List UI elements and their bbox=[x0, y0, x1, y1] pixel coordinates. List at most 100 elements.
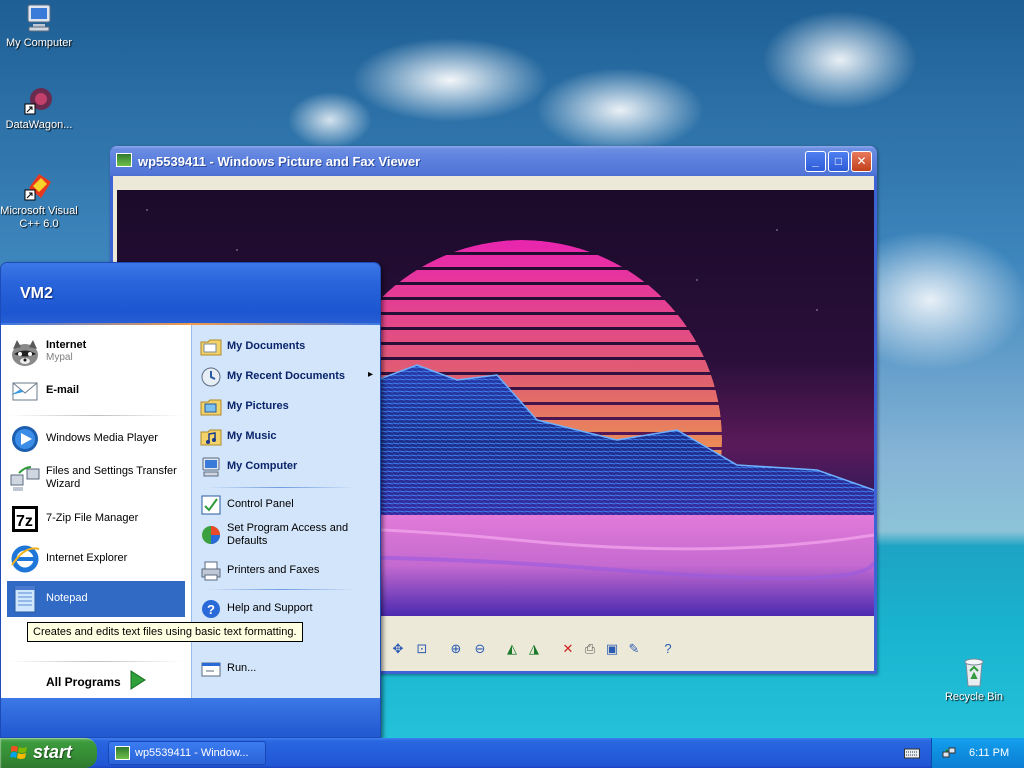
window-titlebar[interactable]: wp5539411 - Windows Picture and Fax View… bbox=[110, 146, 877, 176]
program-label: 7-Zip File Manager bbox=[46, 512, 139, 524]
place-label: Printers and Faxes bbox=[227, 564, 320, 576]
close-button[interactable]: ✕ bbox=[851, 151, 872, 172]
ie-icon bbox=[9, 543, 41, 575]
start-button-label: start bbox=[33, 742, 73, 762]
pinned-item-internet[interactable]: Internet Mypal bbox=[7, 335, 185, 371]
pinned-item-label: Internet bbox=[46, 339, 87, 351]
place-label: My Pictures bbox=[227, 400, 289, 412]
my-computer-icon bbox=[23, 2, 55, 34]
clock[interactable]: 6:11 PM bbox=[969, 747, 1009, 759]
menu-separator bbox=[206, 487, 356, 488]
recent-docs-icon bbox=[200, 366, 222, 388]
all-programs-arrow-icon[interactable] bbox=[129, 669, 147, 691]
delete-icon[interactable]: ✕ bbox=[559, 640, 577, 658]
menu-separator bbox=[9, 415, 183, 416]
recycle-bin-icon bbox=[958, 656, 990, 688]
pinned-item-label: E-mail bbox=[46, 384, 80, 396]
place-my-recent-documents[interactable]: My Recent Documents ▸ bbox=[198, 364, 376, 390]
transfer-wizard-icon bbox=[9, 463, 41, 495]
program-files-settings-transfer[interactable]: Files and Settings Transfer Wizard bbox=[7, 461, 185, 497]
svg-text:?: ? bbox=[207, 602, 215, 617]
pinned-item-sublabel: Mypal bbox=[46, 352, 73, 363]
media-player-icon bbox=[9, 423, 41, 455]
network-icon[interactable] bbox=[942, 746, 956, 760]
print-icon[interactable]: ⎙ bbox=[581, 640, 599, 658]
start-menu-places-pane: My Documents My Recent Documents ▸ My Pi… bbox=[191, 325, 380, 698]
taskbar-button-picture-viewer[interactable]: wp5539411 - Window... bbox=[108, 741, 266, 765]
zoom-in-icon[interactable]: ⊕ bbox=[447, 640, 465, 658]
program-label: Notepad bbox=[46, 592, 88, 604]
place-my-computer[interactable]: My Computer bbox=[198, 454, 376, 480]
maximize-button[interactable]: □ bbox=[828, 151, 849, 172]
all-programs-button[interactable]: All Programs bbox=[46, 675, 121, 689]
control-panel-icon bbox=[200, 494, 222, 516]
program-label: Internet Explorer bbox=[46, 552, 128, 564]
place-printers-faxes[interactable]: Printers and Faxes bbox=[198, 558, 376, 584]
program-label: Windows Media Player bbox=[46, 432, 158, 444]
program-windows-media-player[interactable]: Windows Media Player bbox=[7, 421, 185, 457]
desktop-icon-datawagon[interactable]: DataWagon... bbox=[0, 84, 78, 132]
email-icon bbox=[9, 375, 41, 407]
place-label: My Documents bbox=[227, 340, 306, 352]
save-icon[interactable]: ▣ bbox=[603, 640, 621, 658]
place-set-program-access[interactable]: Set Program Access and Defaults bbox=[198, 522, 376, 554]
place-my-pictures[interactable]: My Pictures bbox=[198, 394, 376, 420]
program-7zip[interactable]: 7z 7-Zip File Manager bbox=[7, 501, 185, 537]
notepad-tooltip: Creates and edits text files using basic… bbox=[27, 622, 303, 642]
place-label: My Computer bbox=[227, 460, 298, 472]
place-run[interactable]: Run... bbox=[198, 656, 376, 682]
place-label: My Recent Documents bbox=[227, 370, 345, 382]
picture-viewer-app-icon bbox=[115, 746, 130, 760]
rotate-counterclockwise-icon[interactable]: ◮ bbox=[525, 640, 543, 658]
start-menu: VM2 Internet Mypal E-mail Windows Media … bbox=[0, 262, 381, 738]
notepad-icon bbox=[9, 583, 41, 615]
pictures-folder-icon bbox=[200, 396, 222, 418]
rotate-clockwise-icon[interactable]: ◭ bbox=[503, 640, 521, 658]
taskbar-button-label: wp5539411 - Window... bbox=[135, 747, 249, 759]
computer-icon bbox=[200, 456, 222, 478]
system-tray: 6:11 PM bbox=[931, 738, 1024, 768]
user-name: VM2 bbox=[20, 285, 53, 302]
run-icon bbox=[200, 658, 222, 680]
place-label: Run... bbox=[227, 662, 257, 674]
best-fit-icon[interactable]: ✥ bbox=[389, 640, 407, 658]
taskbar: start wp5539411 - Window... 6:11 PM bbox=[0, 738, 1024, 768]
visual-cpp-icon bbox=[23, 170, 55, 202]
minimize-button[interactable]: _ bbox=[805, 151, 826, 172]
edit-icon[interactable]: ✎ bbox=[625, 640, 643, 658]
svg-text:7z: 7z bbox=[16, 513, 33, 530]
start-menu-footer bbox=[1, 698, 380, 737]
start-button[interactable]: start bbox=[0, 738, 97, 768]
start-menu-programs-pane: Internet Mypal E-mail Windows Media Play… bbox=[1, 325, 191, 698]
place-my-documents[interactable]: My Documents bbox=[198, 334, 376, 360]
place-label: My Music bbox=[227, 430, 277, 442]
program-label: Files and Settings Transfer Wizard bbox=[46, 465, 177, 490]
desktop-icon-label: Microsoft Visual C++ 6.0 bbox=[0, 205, 78, 230]
picture-viewer-app-icon bbox=[116, 153, 132, 167]
desktop-icon-recycle-bin[interactable]: Recycle Bin bbox=[935, 656, 1013, 704]
desktop-icon-label: My Computer bbox=[5, 37, 73, 49]
start-menu-header: VM2 bbox=[1, 263, 380, 325]
windows-logo-icon bbox=[10, 746, 27, 759]
place-help-support[interactable]: ? Help and Support bbox=[198, 596, 376, 622]
minimize-icon: _ bbox=[812, 154, 819, 168]
desktop-icon-label: DataWagon... bbox=[5, 119, 73, 131]
zoom-out-icon[interactable]: ⊖ bbox=[471, 640, 489, 658]
place-control-panel[interactable]: Control Panel bbox=[198, 492, 376, 518]
keyboard-icon[interactable] bbox=[904, 746, 920, 760]
maximize-icon: □ bbox=[834, 154, 843, 168]
desktop-icon-my-computer[interactable]: My Computer bbox=[0, 2, 78, 50]
program-internet-explorer[interactable]: Internet Explorer bbox=[7, 541, 185, 577]
help-icon[interactable]: ? bbox=[659, 640, 677, 658]
help-icon: ? bbox=[200, 598, 222, 620]
menu-separator bbox=[206, 589, 356, 590]
pinned-item-email[interactable]: E-mail bbox=[7, 373, 185, 409]
seven-zip-icon: 7z bbox=[9, 503, 41, 535]
program-notepad[interactable]: Notepad bbox=[7, 581, 185, 617]
menu-separator bbox=[9, 661, 183, 662]
printer-icon bbox=[200, 560, 222, 582]
place-my-music[interactable]: My Music bbox=[198, 424, 376, 450]
window-title: wp5539411 - Windows Picture and Fax View… bbox=[138, 154, 421, 169]
desktop-icon-visual-cpp[interactable]: Microsoft Visual C++ 6.0 bbox=[0, 170, 78, 231]
slideshow-icon[interactable]: ⊡ bbox=[413, 640, 431, 658]
